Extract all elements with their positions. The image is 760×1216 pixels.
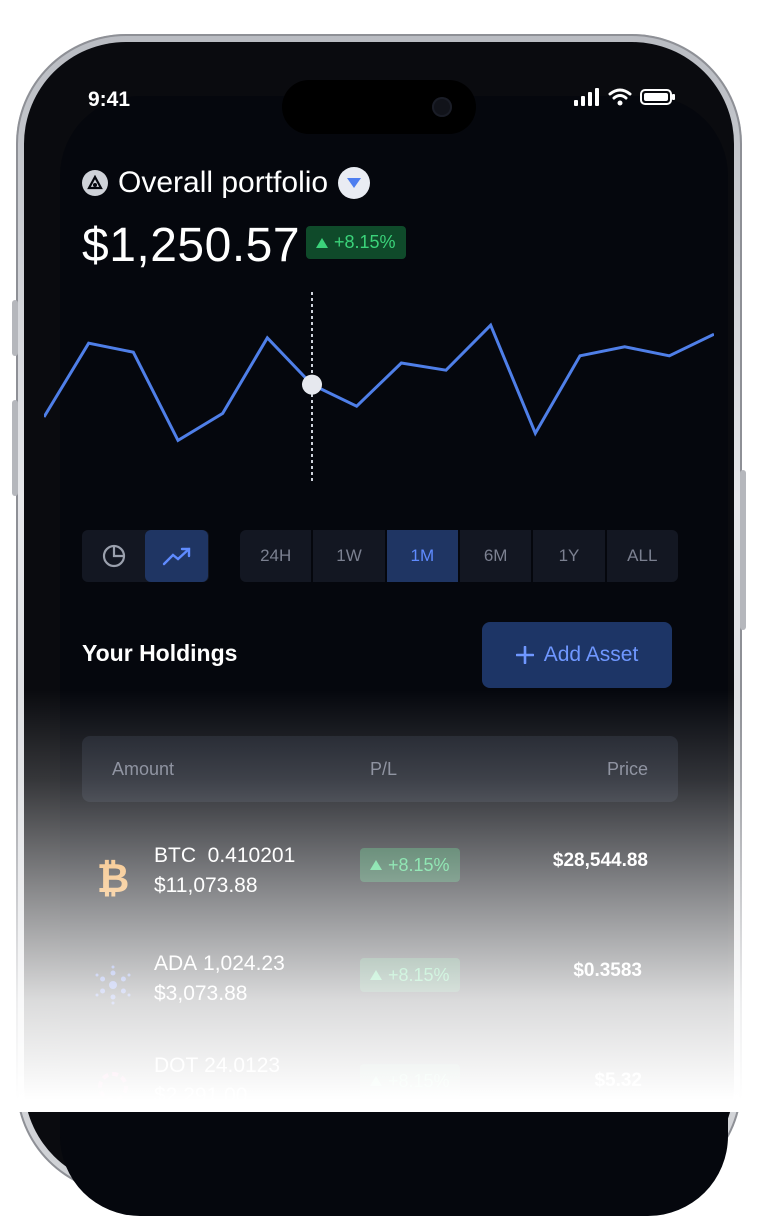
range-1y[interactable]: 1Y bbox=[533, 530, 607, 582]
arrow-up-icon bbox=[370, 970, 382, 980]
portfolio-title: Overall portfolio bbox=[118, 166, 329, 199]
power-button bbox=[740, 470, 746, 630]
arrow-up-icon bbox=[316, 237, 328, 248]
trend-icon[interactable] bbox=[145, 530, 208, 582]
svg-text:₿: ₿ bbox=[97, 856, 130, 900]
holding-symbol-amount: ADA 1,024.23 bbox=[154, 952, 285, 975]
holding-symbol-amount: DOT 24.0123 bbox=[154, 1054, 281, 1077]
holding-pl-badge: +8.15% bbox=[360, 848, 460, 882]
portfolio-logo-icon bbox=[82, 170, 108, 196]
add-asset-label: Add Asset bbox=[543, 643, 639, 666]
range-all[interactable]: ALL bbox=[607, 530, 678, 582]
signal-icon bbox=[574, 88, 599, 106]
status-icons bbox=[574, 88, 676, 106]
holding-price: $5.32 bbox=[594, 1070, 642, 1091]
arrow-up-icon bbox=[370, 1076, 382, 1086]
holding-price: $0.3583 bbox=[573, 960, 642, 981]
holding-row[interactable]: ADA 1,024.23 $3,073.88 +8.15% $0.3583 bbox=[82, 946, 678, 1026]
holding-pl-badge: +8.15% bbox=[360, 958, 460, 992]
chevron-down-icon[interactable] bbox=[338, 167, 371, 199]
polkadot-icon bbox=[90, 1064, 136, 1110]
battery-icon bbox=[640, 89, 675, 105]
add-asset-button[interactable]: Add Asset bbox=[482, 622, 672, 688]
column-amount: Amount bbox=[112, 759, 175, 779]
volume-up-button bbox=[12, 300, 18, 356]
range-24h[interactable]: 24H bbox=[240, 530, 314, 582]
pie-chart-icon[interactable] bbox=[82, 530, 145, 582]
holding-price: $28,544.88 bbox=[552, 850, 648, 871]
range-6m[interactable]: 6M bbox=[460, 530, 534, 582]
portfolio-selector[interactable]: Overall portfolio bbox=[82, 166, 371, 200]
wifi-icon bbox=[608, 88, 632, 106]
portfolio-change-badge: +8.15% bbox=[306, 226, 406, 259]
holding-row[interactable]: DOT 24.0123 $2,291.00 +8.15% $5.32 bbox=[82, 1048, 678, 1128]
holdings-table-header: Amount P/L Price bbox=[82, 736, 678, 802]
portfolio-balance: $1,250.57 bbox=[82, 219, 301, 272]
dynamic-island bbox=[282, 80, 476, 134]
portfolio-change-value: +8.15% bbox=[334, 232, 396, 252]
holding-value: $3,073.88 bbox=[154, 982, 248, 1005]
camera-icon bbox=[432, 97, 452, 117]
chart-series-line bbox=[44, 322, 714, 443]
holdings-title: Your Holdings bbox=[82, 640, 238, 666]
column-pl: P/L bbox=[370, 759, 398, 779]
time-range-selector: 24H 1W 1M 6M 1Y ALL bbox=[240, 530, 678, 582]
status-time: 9:41 bbox=[88, 88, 131, 111]
holding-pl-badge: +8.15% bbox=[360, 1064, 460, 1098]
range-1m[interactable]: 1M bbox=[386, 530, 460, 582]
chart-marker-point[interactable] bbox=[302, 374, 322, 395]
bitcoin-icon: ₿ bbox=[90, 854, 136, 900]
cardano-icon bbox=[90, 962, 136, 1008]
volume-down-button bbox=[12, 400, 18, 496]
chart-type-toggle bbox=[82, 530, 209, 582]
holding-row[interactable]: ₿ BTC 0.410201 $11,073.88 +8.15% $28,544… bbox=[82, 838, 678, 918]
column-price: Price bbox=[606, 759, 648, 779]
holding-value: $2,291.00 bbox=[154, 1084, 248, 1107]
plus-icon bbox=[515, 646, 534, 664]
holding-value: $11,073.88 bbox=[154, 874, 258, 897]
arrow-up-icon bbox=[370, 860, 382, 870]
portfolio-line-chart[interactable] bbox=[44, 290, 714, 490]
holding-symbol-amount: BTC 0.410201 bbox=[154, 844, 296, 867]
range-1w[interactable]: 1W bbox=[313, 530, 387, 582]
